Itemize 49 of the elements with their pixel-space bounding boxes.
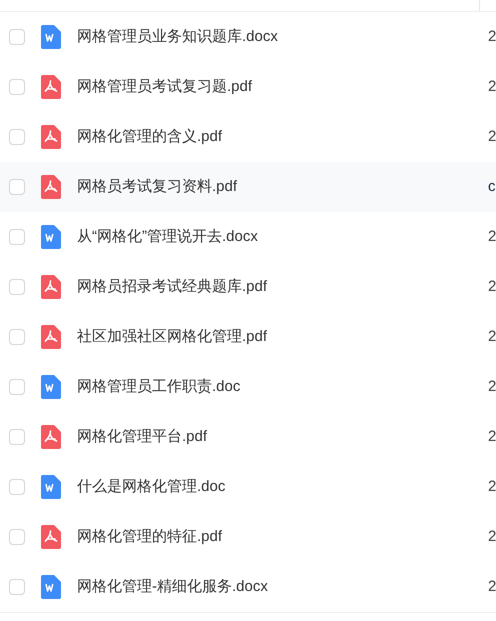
file-name[interactable]: 网格化管理的含义.pdf [77, 126, 222, 148]
table-cell-text: 2 [488, 26, 496, 47]
table-cell-text: c [488, 176, 496, 197]
pdf-file-icon [41, 175, 61, 199]
table-cell-text: 2 [488, 526, 496, 547]
row-checkbox[interactable] [9, 379, 25, 395]
pdf-file-icon [41, 125, 61, 149]
row-checkbox[interactable] [9, 29, 25, 45]
row-checkbox[interactable] [9, 179, 25, 195]
file-name[interactable]: 从“网格化”管理说开去.docx [77, 226, 258, 248]
word-file-icon [41, 575, 61, 599]
table-cell-text: 2 [488, 76, 496, 97]
row-checkbox[interactable] [9, 429, 25, 445]
row-checkbox[interactable] [9, 229, 25, 245]
row-checkbox[interactable] [9, 279, 25, 295]
row-checkbox[interactable] [9, 129, 25, 145]
pdf-file-icon [41, 325, 61, 349]
file-name[interactable]: 网格管理员业务知识题库.docx [77, 26, 278, 48]
pdf-file-icon [41, 525, 61, 549]
pdf-file-icon [41, 275, 61, 299]
table-cell-text: 2 [488, 126, 496, 147]
file-name[interactable]: 什么是网格化管理.doc [77, 476, 226, 498]
table-cell-text: 2 [488, 276, 496, 297]
word-file-icon [41, 25, 61, 49]
file-name[interactable]: 社区加强社区网格化管理.pdf [77, 326, 268, 348]
word-file-icon [41, 375, 61, 399]
pdf-file-icon [41, 75, 61, 99]
word-file-icon [41, 225, 61, 249]
file-row[interactable]: 网格员考试复习资料.pdf c [0, 162, 496, 212]
file-name[interactable]: 网格化管理的特征.pdf [77, 526, 222, 548]
row-checkbox[interactable] [9, 529, 25, 545]
row-checkbox[interactable] [9, 79, 25, 95]
file-name[interactable]: 网格员考试复习资料.pdf [77, 176, 238, 198]
table-cell-text: 2 [488, 576, 496, 597]
row-checkbox[interactable] [9, 479, 25, 495]
word-file-icon [41, 475, 61, 499]
file-name[interactable]: 网格员招录考试经典题库.pdf [77, 276, 268, 298]
file-name[interactable]: 网格化管理平台.pdf [77, 426, 208, 448]
file-name[interactable]: 网格管理员考试复习题.pdf [77, 76, 252, 98]
row-checkbox[interactable] [9, 579, 25, 595]
pdf-file-icon [41, 425, 61, 449]
table-cell-text: 2 [488, 426, 496, 447]
file-name[interactable]: 网格管理员工作职责.doc [77, 376, 240, 398]
table-cell-text: 2 [488, 226, 496, 247]
table-cell-text: 2 [488, 476, 496, 497]
table-cell-text: 2 [488, 376, 496, 397]
row-checkbox[interactable] [9, 329, 25, 345]
file-name[interactable]: 网格化管理-精细化服务.docx [77, 576, 268, 598]
table-cell-text: 2 [488, 326, 496, 347]
